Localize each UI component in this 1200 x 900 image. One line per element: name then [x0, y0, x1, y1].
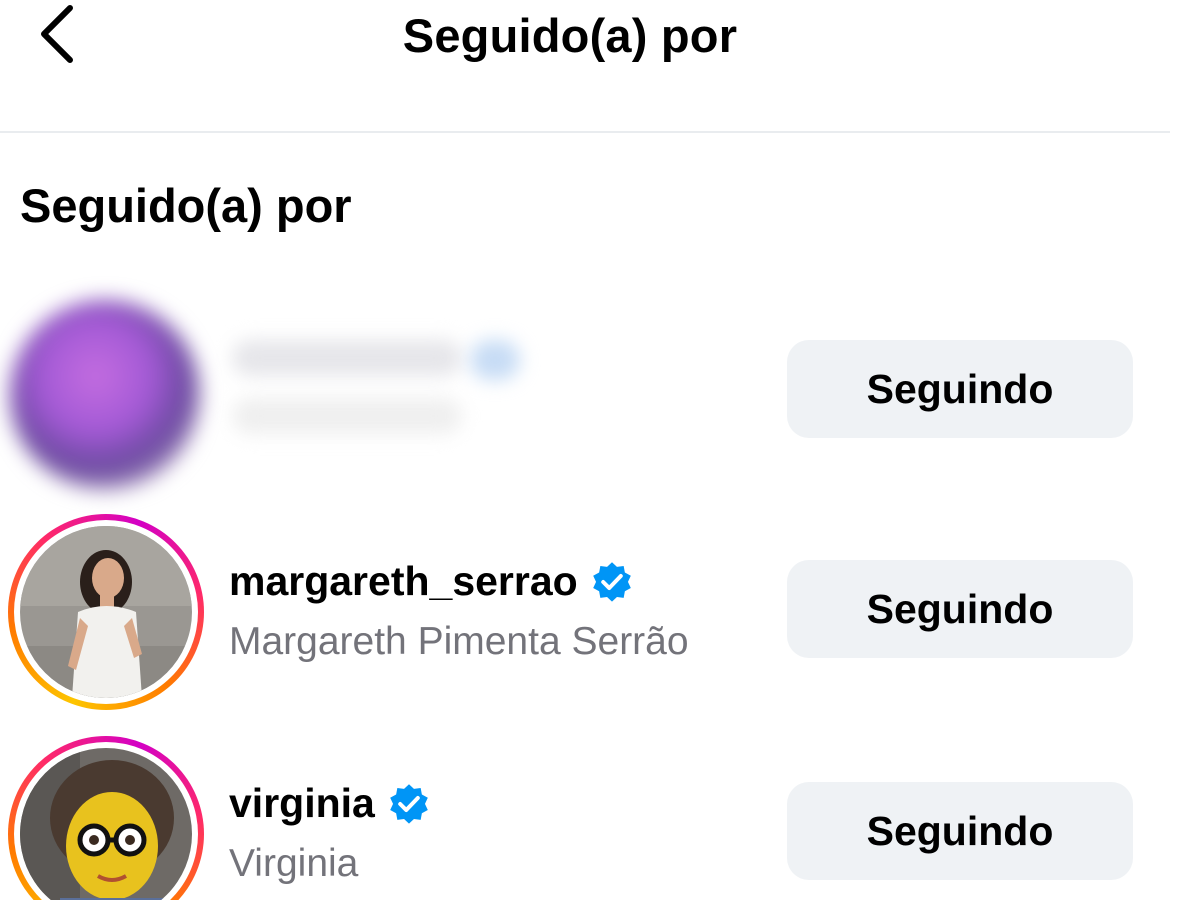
full-name-blurred — [232, 398, 462, 434]
top-navigation-bar: Seguido(a) por — [0, 0, 1200, 132]
full-name: Virginia — [229, 842, 359, 885]
header-divider — [0, 131, 1170, 133]
list-item[interactable]: virginia Virginia Seguindo — [0, 732, 1200, 900]
avatar-story-ring[interactable] — [8, 736, 204, 900]
following-button[interactable]: Seguindo — [787, 782, 1133, 880]
section-title: Seguido(a) por — [20, 179, 352, 232]
list-item[interactable]: Seguindo — [0, 290, 1200, 490]
verified-badge-icon — [390, 783, 428, 824]
following-button[interactable]: Seguindo — [787, 340, 1133, 438]
page-title: Seguido(a) por — [402, 9, 738, 62]
verified-badge-icon — [592, 561, 631, 602]
avatar-blurred[interactable] — [10, 300, 200, 490]
following-button[interactable]: Seguindo — [787, 560, 1133, 658]
username[interactable]: margareth_serrao — [229, 558, 578, 605]
followed-by-screen: Seguido(a) por Seguido(a) por Seguindo m… — [0, 0, 1200, 900]
verified-icon-blurred — [470, 340, 520, 380]
avatar — [20, 748, 192, 900]
list-item[interactable]: margareth_serrao Margareth Pimenta Serrã… — [0, 510, 1200, 710]
avatar — [20, 526, 192, 698]
avatar-story-ring[interactable] — [8, 514, 204, 710]
full-name: Margareth Pimenta Serrão — [229, 620, 689, 663]
username-blurred[interactable] — [232, 340, 462, 376]
username[interactable]: virginia — [229, 780, 375, 827]
